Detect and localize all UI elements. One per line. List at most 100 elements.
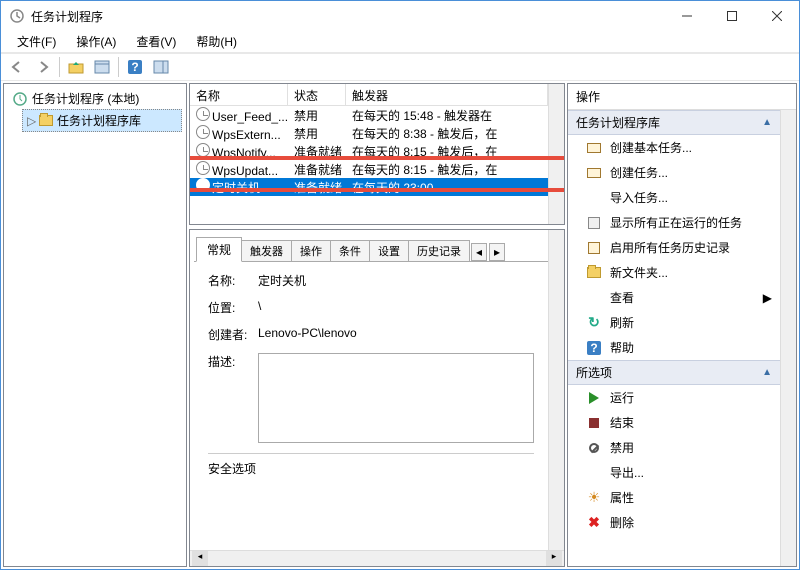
window-title: 任务计划程序 (31, 8, 664, 25)
security-header: 安全选项 (208, 453, 534, 477)
task-scheduler-window: 任务计划程序 文件(F) 操作(A) 查看(V) 帮助(H) ? 任务计划程序 … (0, 0, 800, 570)
clock-icon (196, 107, 210, 121)
delete-icon: ✖ (586, 515, 602, 531)
running-icon (588, 217, 600, 229)
tab-settings[interactable]: 设置 (369, 240, 409, 261)
expand-icon: ▷ (27, 114, 35, 128)
properties-button[interactable] (90, 56, 114, 78)
menu-view[interactable]: 查看(V) (128, 31, 184, 52)
tab-scroll-left[interactable]: ◂ (471, 243, 487, 261)
detail-pane: 常规 触发器 操作 条件 设置 历史记录 ◂ ▸ 名称: (189, 229, 565, 567)
tab-conditions[interactable]: 条件 (330, 240, 370, 261)
tree-root-label: 任务计划程序 (本地) (32, 90, 139, 107)
tab-actions[interactable]: 操作 (291, 240, 331, 261)
action-help[interactable]: ?帮助 (568, 335, 780, 360)
action-properties[interactable]: ☀属性 (568, 485, 780, 510)
action-create-task[interactable]: 创建任务... (568, 160, 780, 185)
scrollbar-horizontal[interactable]: ◂▸ (190, 550, 564, 566)
desc-textarea[interactable] (258, 353, 534, 443)
export-icon (586, 465, 602, 481)
forward-button[interactable] (31, 56, 55, 78)
task-row-selected[interactable]: 定时关机 准备就绪 在每天的 23:00 (190, 178, 548, 196)
task-icon (587, 168, 601, 178)
desc-label: 描述: (208, 353, 258, 370)
action-end[interactable]: 结束 (568, 410, 780, 435)
close-button[interactable] (754, 2, 799, 30)
actions-pane: 操作 任务计划程序库 ▲ 创建基本任务... 创建任务... 导入任务... 显… (567, 83, 797, 567)
location-value: \ (258, 299, 534, 313)
window-controls (664, 2, 799, 30)
creator-value: Lenovo-PC\lenovo (258, 326, 534, 340)
tab-history[interactable]: 历史记录 (408, 240, 470, 261)
collapse-icon: ▲ (762, 367, 772, 378)
name-label: 名称: (208, 272, 258, 289)
back-button[interactable] (5, 56, 29, 78)
tree-pane: 任务计划程序 (本地) ▷ 任务计划程序库 (3, 83, 187, 567)
action-export[interactable]: 导出... (568, 460, 780, 485)
titlebar: 任务计划程序 (1, 1, 799, 31)
scrollbar-vertical[interactable] (548, 84, 564, 224)
task-icon (587, 143, 601, 153)
task-row[interactable]: WpsUpdat... 准备就绪 在每天的 8:15 - 触发后，在 (190, 160, 548, 178)
col-header-state[interactable]: 状态 (288, 84, 346, 105)
action-refresh[interactable]: ↻刷新 (568, 310, 780, 335)
help-icon: ? (587, 341, 601, 355)
action-show-running[interactable]: 显示所有正在运行的任务 (568, 210, 780, 235)
play-icon (589, 392, 599, 404)
task-list-body[interactable]: User_Feed_... 禁用 在每天的 15:48 - 触发器在 WpsEx… (190, 106, 548, 224)
toolbar-separator (59, 57, 60, 77)
tab-scroll-right[interactable]: ▸ (489, 243, 505, 261)
col-header-name[interactable]: 名称 (190, 84, 288, 105)
task-row[interactable]: User_Feed_... 禁用 在每天的 15:48 - 触发器在 (190, 106, 548, 124)
tree-root[interactable]: 任务计划程序 (本地) (8, 88, 182, 109)
clock-icon (196, 178, 210, 192)
clock-icon (196, 143, 210, 157)
help-icon: ? (128, 60, 142, 74)
task-list: 名称 状态 触发器 User_Feed_... 禁用 在每天的 15:48 - … (189, 83, 565, 225)
maximize-button[interactable] (709, 2, 754, 30)
action-create-basic[interactable]: 创建基本任务... (568, 135, 780, 160)
help-button[interactable]: ? (123, 56, 147, 78)
scrollbar-vertical[interactable] (780, 110, 796, 566)
action-delete[interactable]: ✖删除 (568, 510, 780, 535)
minimize-button[interactable] (664, 2, 709, 30)
content-area: 任务计划程序 (本地) ▷ 任务计划程序库 名称 状态 触发器 (1, 81, 799, 569)
middle-pane: 名称 状态 触发器 User_Feed_... 禁用 在每天的 15:48 - … (189, 83, 565, 567)
clock-icon (196, 161, 210, 175)
up-button[interactable] (64, 56, 88, 78)
stop-icon (589, 418, 599, 428)
col-header-trigger[interactable]: 触发器 (346, 84, 548, 105)
actions-group-library[interactable]: 任务计划程序库 ▲ (568, 110, 780, 135)
toolbar: ? (1, 53, 799, 81)
menu-action[interactable]: 操作(A) (68, 31, 124, 52)
action-enable-history[interactable]: 启用所有任务历史记录 (568, 235, 780, 260)
detail-body: 名称: 定时关机 位置: \ 创建者: Lenovo-PC\lenovo (194, 262, 548, 550)
tree-library[interactable]: ▷ 任务计划程序库 (22, 109, 182, 132)
action-run[interactable]: 运行 (568, 385, 780, 410)
menubar: 文件(F) 操作(A) 查看(V) 帮助(H) (1, 31, 799, 53)
scrollbar-vertical[interactable] (548, 230, 564, 550)
menu-file[interactable]: 文件(F) (9, 31, 64, 52)
panel-button[interactable] (149, 56, 173, 78)
import-icon (586, 190, 602, 206)
task-row[interactable]: WpsNotify... 准备就绪 在每天的 8:15 - 触发后，在 (190, 142, 548, 160)
clock-icon (196, 125, 210, 139)
task-row[interactable]: WpsExtern... 禁用 在每天的 8:38 - 触发后，在 (190, 124, 548, 142)
name-value: 定时关机 (258, 272, 534, 289)
detail-tabs: 常规 触发器 操作 条件 设置 历史记录 ◂ ▸ (194, 238, 548, 262)
chevron-right-icon: ▶ (763, 291, 772, 305)
menu-help[interactable]: 帮助(H) (188, 31, 245, 52)
action-disable[interactable]: 禁用 (568, 435, 780, 460)
action-import[interactable]: 导入任务... (568, 185, 780, 210)
view-icon (586, 290, 602, 306)
action-new-folder[interactable]: 新文件夹... (568, 260, 780, 285)
action-view[interactable]: 查看▶ (568, 285, 780, 310)
toolbar-separator (118, 57, 119, 77)
history-icon (588, 242, 600, 254)
tab-general[interactable]: 常规 (196, 237, 242, 262)
actions-group-selected[interactable]: 所选项 ▲ (568, 360, 780, 385)
tab-triggers[interactable]: 触发器 (241, 240, 292, 261)
creator-label: 创建者: (208, 326, 258, 343)
location-label: 位置: (208, 299, 258, 316)
clock-icon (12, 91, 28, 107)
